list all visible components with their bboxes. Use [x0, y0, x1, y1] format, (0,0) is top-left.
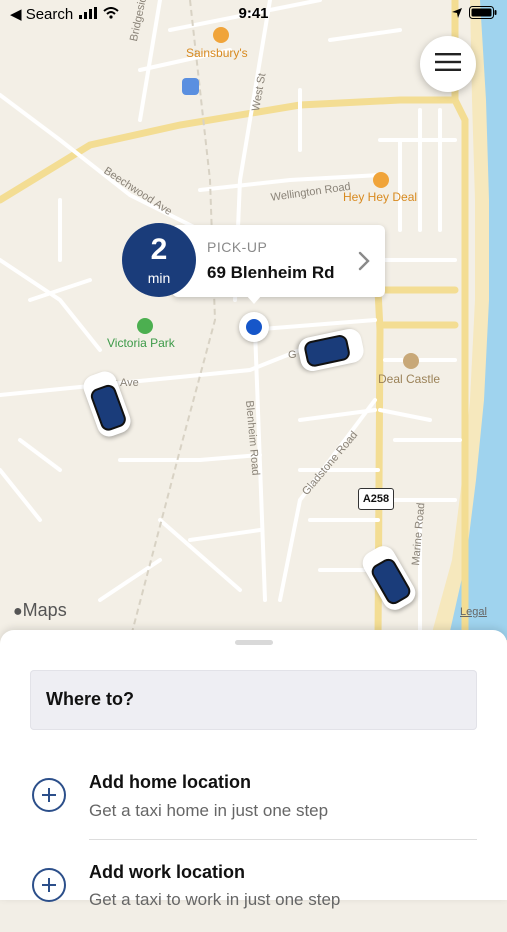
eta-unit: min: [147, 270, 171, 286]
map-view[interactable]: ◀ Search 9:41 Bridgeside West St Beechwo…: [0, 0, 507, 640]
apple-icon: ●: [13, 603, 23, 620]
apple-maps-logo: ●Maps: [13, 600, 67, 620]
pickup-label: PICK-UP: [207, 239, 268, 255]
road-sign: A258: [358, 488, 394, 510]
park-icon: [137, 318, 153, 334]
destination-search-field[interactable]: Where to?: [30, 670, 477, 730]
landmark-icon: [403, 353, 419, 369]
shopping-icon: [213, 27, 229, 43]
location-arrow-icon: [451, 6, 463, 23]
legal-link[interactable]: Legal: [460, 606, 487, 618]
hamburger-icon: [435, 52, 461, 76]
clock: 9:41: [238, 5, 269, 22]
eta-badge: 2 min: [122, 223, 196, 297]
status-bar: ◀ Search 9:41: [0, 0, 507, 28]
add-icon: [32, 778, 66, 812]
work-title: Add work location: [89, 862, 246, 882]
bottom-sheet: Where to? Add home location Get a taxi h…: [0, 630, 507, 909]
pickup-address: 69 Blenheim Rd: [207, 263, 335, 282]
pickup-pointer: [246, 295, 262, 304]
eta-number: 2: [150, 233, 168, 266]
train-station-icon[interactable]: [182, 78, 199, 95]
add-work-location-row[interactable]: Add work location Get a taxi to work in …: [0, 842, 507, 932]
sheet-grabber[interactable]: [235, 640, 273, 645]
add-icon: [32, 868, 66, 902]
menu-button[interactable]: [420, 36, 476, 92]
pickup-callout[interactable]: 2 min PICK-UP 69 Blenheim Rd: [122, 223, 385, 304]
work-subtitle: Get a taxi to work in just one step: [89, 890, 341, 909]
home-title: Add home location: [89, 772, 251, 792]
street-label: G: [288, 349, 297, 361]
chevron-right-icon: [358, 251, 370, 276]
restaurant-icon: [373, 172, 389, 188]
battery-icon: [469, 6, 497, 23]
current-location-pin: [239, 312, 269, 342]
destination-placeholder: Where to?: [46, 689, 134, 709]
pickup-card[interactable]: [172, 225, 385, 297]
home-subtitle: Get a taxi home in just one step: [89, 801, 329, 820]
divider: [89, 839, 477, 840]
add-home-location-row[interactable]: Add home location Get a taxi home in jus…: [0, 750, 507, 840]
